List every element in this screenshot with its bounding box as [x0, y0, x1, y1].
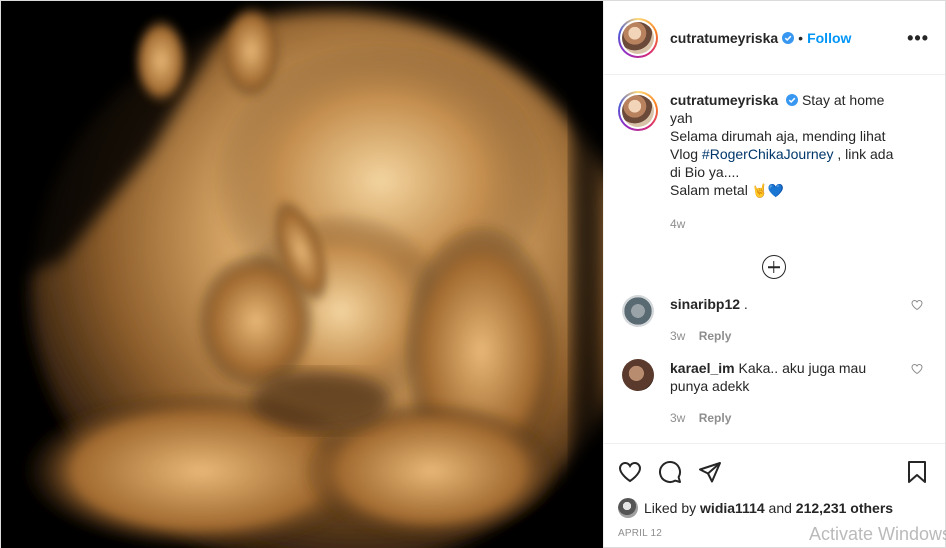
action-bar — [618, 452, 929, 492]
likes-prefix: Liked by — [644, 500, 697, 516]
post-caption: cutratumeyriska Stay at home yah Selama … — [618, 91, 929, 233]
paper-plane-icon[interactable] — [698, 460, 722, 484]
post-actions: Liked by widia1114 and 212,231 others AP… — [604, 443, 946, 547]
more-options-icon[interactable]: ••• — [907, 29, 929, 47]
caption-username[interactable]: cutratumeyriska — [670, 92, 778, 108]
heart-icon[interactable] — [911, 299, 923, 311]
instagram-post: cutratumeyriska • Follow ••• cutratumeyr… — [0, 0, 946, 548]
comment-item: karael_im Kaka.. aku juga mau punya adek… — [618, 359, 929, 427]
verified-badge-icon — [786, 94, 799, 106]
follow-button[interactable]: Follow — [807, 30, 851, 46]
comment-item: sinaribp12 . 3w Reply — [618, 295, 929, 345]
likes-middle: and — [768, 500, 792, 516]
comment-time[interactable]: 3w — [670, 411, 685, 425]
plus-circle-icon[interactable] — [761, 255, 786, 279]
post-sidebar: cutratumeyriska • Follow ••• cutratumeyr… — [603, 1, 946, 547]
likes-summary: Liked by widia1114 and 212,231 others — [618, 498, 929, 518]
commenter-avatar[interactable] — [622, 295, 654, 327]
commenter-avatar[interactable] — [622, 359, 654, 391]
bookmark-icon[interactable] — [905, 460, 929, 484]
author-avatar[interactable] — [618, 17, 658, 58]
activate-windows-watermark: Activate Windows — [808, 524, 946, 544]
comment-icon[interactable] — [658, 460, 682, 484]
header-separator: • — [798, 29, 804, 46]
post-media[interactable] — [1, 1, 603, 548]
load-more-comments[interactable] — [618, 255, 929, 279]
post-header: cutratumeyriska • Follow ••• — [604, 1, 945, 75]
comment-body: karael_im Kaka.. aku juga mau punya adek… — [670, 359, 870, 427]
heart-icon[interactable] — [911, 363, 923, 375]
likes-count[interactable]: 212,231 others — [796, 500, 893, 516]
caption-hashtag[interactable]: #RogerChikaJourney — [702, 146, 834, 162]
liker-avatar[interactable] — [618, 498, 638, 518]
reply-button[interactable]: Reply — [699, 411, 732, 425]
author-username[interactable]: cutratumeyriska — [670, 30, 778, 46]
verified-badge-icon — [782, 31, 795, 44]
heart-icon[interactable] — [618, 460, 642, 484]
caption-text: cutratumeyriska Stay at home yah Selama … — [670, 91, 902, 233]
metal-hand-emoji: 🤘 — [751, 184, 768, 199]
liker-username[interactable]: widia1114 — [700, 500, 765, 516]
caption-avatar[interactable] — [618, 91, 658, 131]
comment-username[interactable]: sinaribp12 — [670, 296, 740, 312]
caption-time[interactable]: 4w — [670, 215, 902, 233]
ultrasound-image — [1, 1, 603, 548]
comment-meta: 3w Reply — [670, 409, 870, 427]
comment-time[interactable]: 3w — [670, 329, 685, 343]
comments-section: cutratumeyriska Stay at home yah Selama … — [604, 75, 945, 443]
comment-meta: 3w Reply — [670, 327, 870, 345]
comment-body: sinaribp12 . 3w Reply — [670, 295, 870, 345]
comment-text: . — [743, 296, 748, 312]
caption-line-4: Salam metal — [670, 182, 748, 198]
reply-button[interactable]: Reply — [699, 329, 732, 343]
comment-username[interactable]: karael_im — [670, 360, 735, 376]
blue-heart-emoji: 💙 — [767, 184, 785, 199]
